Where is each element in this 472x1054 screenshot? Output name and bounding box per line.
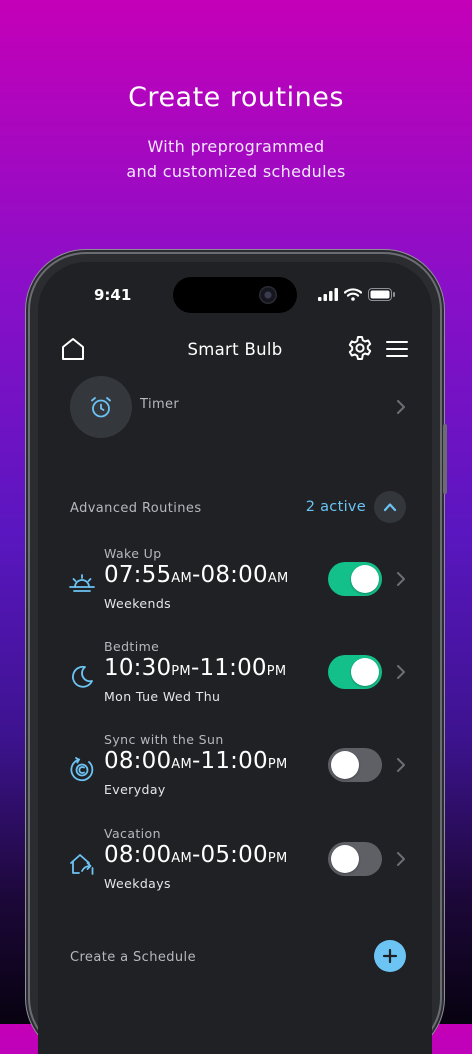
chevron-right-icon (397, 400, 405, 414)
timer-row[interactable]: Timer (68, 374, 408, 440)
app-header: Smart Bulb (38, 332, 432, 368)
promo-subline: With preprogrammed and customized schedu… (0, 134, 472, 184)
moon-icon (72, 665, 93, 688)
toggle-knob (331, 845, 359, 873)
routine-item-bedtime[interactable]: Bedtime 10:30PM-11:00PM Mon Tue Wed Thu (68, 639, 408, 711)
promo-subline-1: With preprogrammed (147, 137, 325, 156)
battery-icon (368, 288, 395, 301)
sun-sync-icon (70, 757, 94, 782)
status-time: 9:41 (94, 286, 132, 304)
app-screen: 9:41 Smart Bulb Timer Advanced Routines … (38, 262, 432, 1054)
chevron-up-icon (383, 503, 397, 512)
chevron-right-icon (397, 572, 405, 586)
hamburger-menu-icon (386, 341, 408, 357)
add-schedule-button[interactable] (374, 940, 406, 972)
settings-button[interactable] (346, 334, 374, 362)
routine-time-range: 10:30PM-11:00PM (104, 655, 287, 681)
sunrise-icon (69, 574, 95, 592)
routine-days: Mon Tue Wed Thu (104, 689, 221, 704)
routine-name: Bedtime (104, 639, 160, 654)
routine-item-vacation[interactable]: Vacation 08:00AM-05:00PM Weekdays (68, 826, 408, 898)
routine-days: Weekends (104, 596, 172, 611)
promo-headline: Create routines (128, 82, 344, 113)
toggle-knob (351, 565, 379, 593)
wifi-icon (344, 288, 362, 301)
phone-frame: 9:41 Smart Bulb Timer Advanced Routines … (30, 254, 447, 1054)
routine-toggle[interactable] (328, 842, 382, 876)
phone-side-button (443, 424, 447, 494)
routine-time-range: 08:00AM-11:00PM (104, 748, 288, 774)
routine-name: Sync with the Sun (104, 732, 224, 747)
routine-time-range: 08:00AM-05:00PM (104, 842, 288, 868)
collapse-routines-button[interactable] (374, 491, 406, 523)
camera-icon (259, 286, 277, 304)
plus-icon (382, 948, 398, 964)
status-icons (318, 288, 396, 301)
advanced-routines-header: Advanced Routines 2 active (70, 490, 406, 524)
menu-button[interactable] (384, 336, 410, 362)
routine-days: Weekdays (104, 876, 171, 891)
routine-name: Wake Up (104, 546, 162, 561)
chevron-right-icon (397, 852, 405, 866)
cellular-signal-icon (318, 288, 338, 301)
alarm-clock-icon (91, 397, 111, 418)
routine-name: Vacation (104, 826, 161, 841)
routine-toggle[interactable] (328, 748, 382, 782)
home-away-icon (70, 854, 94, 875)
promo-subline-2: and customized schedules (126, 162, 346, 181)
chevron-right-icon (397, 758, 405, 772)
routine-item-wake-up[interactable]: Wake Up 07:55AM-08:00AM Weekends (68, 546, 408, 618)
dynamic-island (173, 277, 297, 313)
gear-icon (348, 336, 372, 360)
create-schedule-row: Create a Schedule (70, 940, 406, 974)
routine-item-sync-with-sun[interactable]: Sync with the Sun 08:00AM-11:00PM Everyd… (68, 732, 408, 804)
routine-time-range: 07:55AM-08:00AM (104, 562, 289, 588)
toggle-knob (331, 751, 359, 779)
timer-label: Timer (140, 397, 180, 412)
routine-toggle[interactable] (328, 562, 382, 596)
create-schedule-label: Create a Schedule (70, 950, 196, 965)
chevron-right-icon (397, 665, 405, 679)
active-count-badge: 2 active (305, 499, 366, 515)
routine-toggle[interactable] (328, 655, 382, 689)
toggle-knob (351, 658, 379, 686)
section-title: Advanced Routines (70, 501, 202, 516)
routine-days: Everyday (104, 782, 166, 797)
timer-icon-circle (70, 376, 132, 438)
